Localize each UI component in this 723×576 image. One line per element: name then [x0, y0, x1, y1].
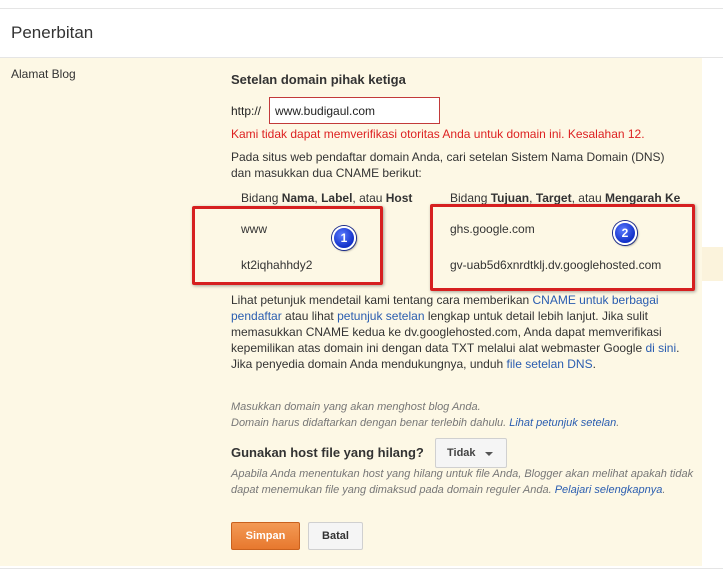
highlight-box-targets: [430, 204, 695, 291]
target-column-header: Bidang Tujuan, Target, atau Mengarah Ke: [450, 191, 681, 205]
annotation-badge-2: 2: [613, 221, 637, 245]
missing-host-dropdown[interactable]: Tidak: [435, 438, 507, 468]
highlight-box-names: [192, 206, 383, 285]
blog-address-label: Alamat Blog: [11, 67, 76, 81]
table-overflow-strip: [702, 247, 723, 281]
section-title: Penerbitan: [11, 23, 94, 42]
webmaster-here-link[interactable]: di sini: [645, 341, 676, 355]
error-message: Kami tidak dapat memverifikasi otoritas …: [231, 127, 645, 141]
missing-host-label: Gunakan host file yang hilang?: [231, 445, 424, 460]
setup-instructions: Lihat petunjuk mendetail kami tentang ca…: [231, 293, 680, 371]
top-divider: [0, 8, 723, 9]
name-column-header: Bidang Nama, Label, atau Host: [241, 191, 413, 205]
save-button[interactable]: Simpan: [231, 522, 300, 550]
view-setup-instructions-link[interactable]: Lihat petunjuk setelan: [509, 417, 616, 429]
third-party-domain-heading: Setelan domain pihak ketiga: [231, 72, 406, 87]
cancel-button[interactable]: Batal: [308, 522, 363, 550]
annotation-badge-1: 1: [332, 226, 356, 250]
domain-input[interactable]: [269, 97, 440, 124]
learn-more-link[interactable]: Pelajari selengkapnya: [555, 484, 663, 496]
bottom-divider: [0, 568, 723, 569]
dns-settings-file-link[interactable]: file setelan DNS: [507, 357, 593, 371]
missing-host-help: Apabila Anda menentukan host yang hilang…: [231, 468, 694, 496]
http-prefix: http://: [231, 104, 262, 118]
caret-down-icon: [485, 452, 493, 456]
domain-hint: Masukkan domain yang akan menghost blog …: [231, 401, 620, 429]
setup-instructions-link[interactable]: petunjuk setelan: [337, 309, 424, 323]
dns-description: Pada situs web pendaftar domain Anda, ca…: [231, 150, 665, 180]
